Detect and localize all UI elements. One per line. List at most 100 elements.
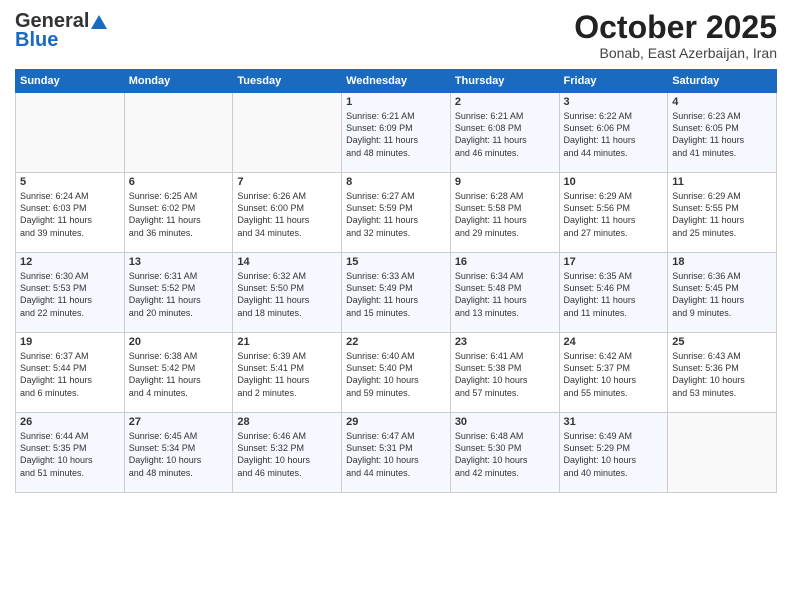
cell-text-line: Sunset: 5:30 PM xyxy=(455,442,555,454)
calendar-cell: 11Sunrise: 6:29 AMSunset: 5:55 PMDayligh… xyxy=(668,173,777,253)
cell-text-line: Sunrise: 6:28 AM xyxy=(455,190,555,202)
cell-text-line: Sunset: 5:42 PM xyxy=(129,362,229,374)
cell-text-line: Sunrise: 6:43 AM xyxy=(672,350,772,362)
calendar-cell: 15Sunrise: 6:33 AMSunset: 5:49 PMDayligh… xyxy=(342,253,451,333)
cell-text-line: Daylight: 11 hours xyxy=(564,134,664,146)
col-saturday: Saturday xyxy=(668,70,777,93)
col-thursday: Thursday xyxy=(450,70,559,93)
cell-text-line: Sunrise: 6:34 AM xyxy=(455,270,555,282)
cell-text-line: Daylight: 10 hours xyxy=(20,454,120,466)
cell-text-line: Sunrise: 6:25 AM xyxy=(129,190,229,202)
cell-text-line: Sunset: 5:56 PM xyxy=(564,202,664,214)
cell-text-line: Sunset: 5:36 PM xyxy=(672,362,772,374)
cell-text-line: and 55 minutes. xyxy=(564,387,664,399)
cell-text-line: Daylight: 10 hours xyxy=(237,454,337,466)
day-number: 23 xyxy=(455,336,555,348)
cell-text-line: Daylight: 11 hours xyxy=(20,374,120,386)
cell-text-line: Daylight: 10 hours xyxy=(564,374,664,386)
cell-text-line: Sunset: 5:59 PM xyxy=(346,202,446,214)
cell-text-line: and 22 minutes. xyxy=(20,307,120,319)
cell-text-line: Sunrise: 6:22 AM xyxy=(564,110,664,122)
calendar-cell: 5Sunrise: 6:24 AMSunset: 6:03 PMDaylight… xyxy=(16,173,125,253)
cell-text-line: Sunrise: 6:26 AM xyxy=(237,190,337,202)
logo-blue: Blue xyxy=(15,29,58,52)
calendar-cell: 4Sunrise: 6:23 AMSunset: 6:05 PMDaylight… xyxy=(668,93,777,173)
cell-text-line: Sunset: 5:48 PM xyxy=(455,282,555,294)
day-number: 21 xyxy=(237,336,337,348)
cell-text-line: Sunset: 5:45 PM xyxy=(672,282,772,294)
cell-text-line: Sunset: 5:55 PM xyxy=(672,202,772,214)
cell-text-line: and 2 minutes. xyxy=(237,387,337,399)
cell-text-line: Daylight: 11 hours xyxy=(455,134,555,146)
cell-text-line: and 59 minutes. xyxy=(346,387,446,399)
cell-text-line: Sunset: 5:34 PM xyxy=(129,442,229,454)
day-number: 24 xyxy=(564,336,664,348)
cell-text-line: and 6 minutes. xyxy=(20,387,120,399)
day-number: 11 xyxy=(672,176,772,188)
col-monday: Monday xyxy=(124,70,233,93)
calendar-cell: 12Sunrise: 6:30 AMSunset: 5:53 PMDayligh… xyxy=(16,253,125,333)
cell-text-line: Sunrise: 6:23 AM xyxy=(672,110,772,122)
cell-text-line: Sunrise: 6:45 AM xyxy=(129,430,229,442)
cell-text-line: and 42 minutes. xyxy=(455,467,555,479)
day-number: 26 xyxy=(20,416,120,428)
cell-text-line: Daylight: 11 hours xyxy=(346,214,446,226)
calendar-cell: 23Sunrise: 6:41 AMSunset: 5:38 PMDayligh… xyxy=(450,333,559,413)
title-block: October 2025 Bonab, East Azerbaijan, Ira… xyxy=(574,10,777,61)
col-friday: Friday xyxy=(559,70,668,93)
day-number: 19 xyxy=(20,336,120,348)
day-number: 18 xyxy=(672,256,772,268)
cell-text-line: Sunrise: 6:36 AM xyxy=(672,270,772,282)
calendar-cell xyxy=(16,93,125,173)
day-number: 6 xyxy=(129,176,229,188)
calendar-cell: 6Sunrise: 6:25 AMSunset: 6:02 PMDaylight… xyxy=(124,173,233,253)
day-number: 27 xyxy=(129,416,229,428)
calendar-cell: 26Sunrise: 6:44 AMSunset: 5:35 PMDayligh… xyxy=(16,413,125,493)
cell-text-line: Sunset: 6:00 PM xyxy=(237,202,337,214)
cell-text-line: Daylight: 10 hours xyxy=(455,374,555,386)
cell-text-line: and 32 minutes. xyxy=(346,227,446,239)
cell-text-line: and 44 minutes. xyxy=(564,147,664,159)
month-title: October 2025 xyxy=(574,10,777,45)
cell-text-line: and 44 minutes. xyxy=(346,467,446,479)
calendar-header-row: Sunday Monday Tuesday Wednesday Thursday… xyxy=(16,70,777,93)
cell-text-line: Sunrise: 6:21 AM xyxy=(455,110,555,122)
cell-text-line: Sunset: 5:53 PM xyxy=(20,282,120,294)
calendar-cell: 24Sunrise: 6:42 AMSunset: 5:37 PMDayligh… xyxy=(559,333,668,413)
calendar-cell xyxy=(124,93,233,173)
cell-text-line: Sunset: 5:35 PM xyxy=(20,442,120,454)
day-number: 4 xyxy=(672,96,772,108)
calendar-cell: 10Sunrise: 6:29 AMSunset: 5:56 PMDayligh… xyxy=(559,173,668,253)
cell-text-line: Daylight: 11 hours xyxy=(672,294,772,306)
cell-text-line: and 36 minutes. xyxy=(129,227,229,239)
cell-text-line: and 11 minutes. xyxy=(564,307,664,319)
cell-text-line: Daylight: 11 hours xyxy=(20,294,120,306)
cell-text-line: Sunset: 5:50 PM xyxy=(237,282,337,294)
calendar-cell: 1Sunrise: 6:21 AMSunset: 6:09 PMDaylight… xyxy=(342,93,451,173)
day-number: 8 xyxy=(346,176,446,188)
cell-text-line: Sunset: 5:37 PM xyxy=(564,362,664,374)
calendar-cell: 17Sunrise: 6:35 AMSunset: 5:46 PMDayligh… xyxy=(559,253,668,333)
day-number: 10 xyxy=(564,176,664,188)
day-number: 15 xyxy=(346,256,446,268)
cell-text-line: Sunset: 5:58 PM xyxy=(455,202,555,214)
day-number: 14 xyxy=(237,256,337,268)
cell-text-line: Daylight: 10 hours xyxy=(564,454,664,466)
logo: General Blue xyxy=(15,10,109,52)
calendar-cell: 2Sunrise: 6:21 AMSunset: 6:08 PMDaylight… xyxy=(450,93,559,173)
cell-text-line: Sunrise: 6:29 AM xyxy=(564,190,664,202)
cell-text-line: and 9 minutes. xyxy=(672,307,772,319)
calendar-cell: 7Sunrise: 6:26 AMSunset: 6:00 PMDaylight… xyxy=(233,173,342,253)
cell-text-line: Sunrise: 6:40 AM xyxy=(346,350,446,362)
day-number: 2 xyxy=(455,96,555,108)
cell-text-line: Daylight: 11 hours xyxy=(129,374,229,386)
day-number: 5 xyxy=(20,176,120,188)
cell-text-line: and 48 minutes. xyxy=(346,147,446,159)
cell-text-line: Daylight: 10 hours xyxy=(672,374,772,386)
calendar-cell: 29Sunrise: 6:47 AMSunset: 5:31 PMDayligh… xyxy=(342,413,451,493)
calendar-week-row: 1Sunrise: 6:21 AMSunset: 6:09 PMDaylight… xyxy=(16,93,777,173)
cell-text-line: Daylight: 11 hours xyxy=(672,134,772,146)
cell-text-line: Sunset: 5:40 PM xyxy=(346,362,446,374)
day-number: 29 xyxy=(346,416,446,428)
day-number: 28 xyxy=(237,416,337,428)
